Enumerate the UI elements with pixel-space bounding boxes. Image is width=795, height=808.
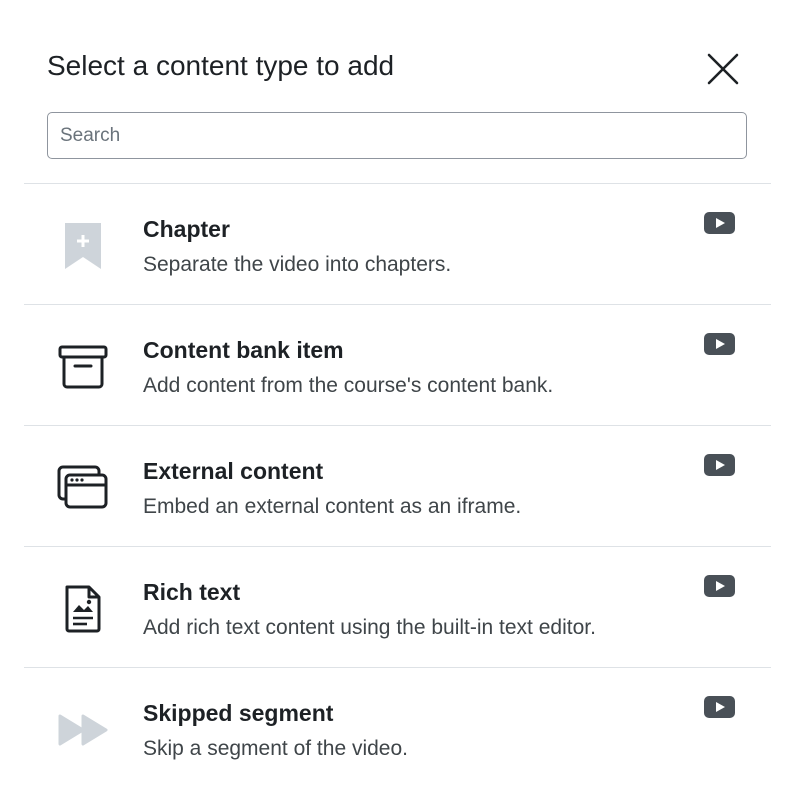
- item-title: Chapter: [143, 216, 230, 242]
- modal-header: Select a content type to add: [24, 18, 771, 114]
- modal-title: Select a content type to add: [47, 50, 395, 81]
- browser-windows-icon: [52, 460, 114, 516]
- item-description: Embed an external content as an iframe.: [143, 495, 522, 518]
- content-type-list: Chapter Separate the video into chapters…: [24, 183, 771, 788]
- item-title: Content bank item: [143, 337, 344, 363]
- content-type-item-chapter[interactable]: Chapter Separate the video into chapters…: [24, 183, 771, 304]
- item-description: Add content from the course's content ba…: [143, 374, 554, 397]
- video-play-icon: [704, 212, 735, 234]
- close-button[interactable]: [700, 46, 746, 92]
- search-input[interactable]: [47, 112, 747, 159]
- document-image-icon: [52, 581, 114, 637]
- content-type-item-skipped-segment[interactable]: Skipped segment Skip a segment of the vi…: [24, 667, 771, 788]
- add-content-modal: Select a content type to add Chapter Sep…: [24, 18, 771, 790]
- item-title: External content: [143, 458, 324, 484]
- close-icon: [707, 53, 739, 85]
- video-play-icon: [704, 575, 735, 597]
- content-type-item-content-bank[interactable]: Content bank item Add content from the c…: [24, 304, 771, 425]
- item-description: Separate the video into chapters.: [143, 253, 452, 276]
- archive-box-icon: [52, 339, 114, 395]
- item-title: Rich text: [143, 579, 241, 605]
- content-type-item-rich-text[interactable]: Rich text Add rich text content using th…: [24, 546, 771, 667]
- fast-forward-icon: [52, 702, 114, 758]
- video-play-icon: [704, 454, 735, 476]
- video-play-icon: [704, 696, 735, 718]
- content-type-item-external-content[interactable]: External content Embed an external conte…: [24, 425, 771, 546]
- item-description: Add rich text content using the built-in…: [143, 616, 596, 639]
- bookmark-plus-icon: [52, 218, 114, 274]
- video-play-icon: [704, 333, 735, 355]
- item-title: Skipped segment: [143, 700, 334, 726]
- item-description: Skip a segment of the video.: [143, 737, 408, 760]
